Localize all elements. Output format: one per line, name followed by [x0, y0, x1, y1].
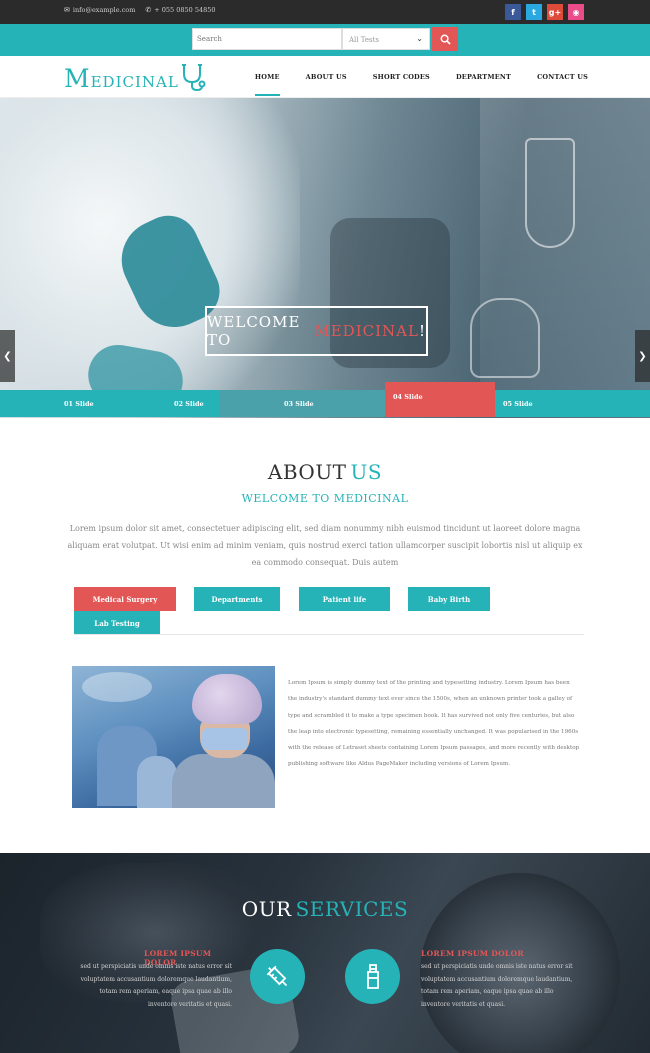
tab-patient-life[interactable]: Patient life	[299, 587, 390, 611]
tab-content-text: Lorem Ipsum is simply dummy text of the …	[288, 680, 580, 768]
dribbble-icon: ◉	[572, 7, 580, 17]
photo-surgical-light	[82, 672, 152, 702]
service-right-icon-badge[interactable]	[345, 949, 400, 1004]
main-nav: HOME ABOUT US SHORT CODES DEPARTMENT CON…	[254, 73, 588, 96]
google-plus-link[interactable]: g+	[547, 4, 563, 20]
photo-surgeon-mask	[202, 728, 248, 750]
services-title-accent: SERVICES	[295, 897, 409, 921]
search-button[interactable]	[432, 27, 458, 51]
dribbble-link[interactable]: ◉	[568, 4, 584, 20]
about-title-accent: US	[350, 460, 383, 484]
envelope-icon: ✉	[64, 6, 70, 14]
vial-icon	[366, 963, 379, 989]
nav-about-us[interactable]: ABOUT US	[306, 73, 347, 81]
chevron-left-icon: ❮	[3, 350, 12, 362]
site-header: MEDICINAL HOME ABOUT US SHORT CODES DEPA…	[0, 56, 650, 98]
hero-caption: WELCOME TO MEDICINAL !	[205, 306, 428, 356]
service-right-text: sed ut perspiciatis unde omnis iste natu…	[421, 963, 573, 1008]
phone-text: + 055 0850 54850	[154, 6, 216, 14]
chevron-down-icon: ⌄	[416, 34, 423, 43]
search-icon	[440, 34, 451, 45]
service-right-heading: LOREM IPSUM DOLOR	[421, 949, 524, 958]
service-left-text: sed ut perspiciatis unde omnis iste natu…	[80, 963, 232, 1008]
slide-tab-3[interactable]: 03 Slide	[220, 390, 385, 417]
slide-tab-1[interactable]: 01 Slide	[0, 390, 110, 417]
about-text: Lorem ipsum dolor sit amet, consectetuer…	[67, 524, 583, 567]
hero-slider: WELCOME TO MEDICINAL ! ❮ ❯	[0, 98, 650, 418]
about-subtitle: WELCOME TO MEDICINAL	[241, 492, 409, 505]
chevron-right-icon: ❯	[638, 350, 647, 362]
nav-contact-us[interactable]: CONTACT US	[537, 73, 588, 81]
logo-initial: M	[64, 64, 91, 93]
hero-caption-prefix: WELCOME TO	[207, 313, 301, 349]
hero-caption-suffix: !	[418, 322, 426, 340]
email-contact[interactable]: ✉ info@example.com	[64, 6, 135, 14]
services-section: OUR SERVICES LOREM IPSUM DOLOR sed ut per…	[0, 853, 650, 1053]
hero-caption-accent: MEDICINAL	[314, 322, 419, 340]
surgery-photo	[72, 666, 275, 808]
contact-info: ✉ info@example.com ✆ + 055 0850 54850	[64, 6, 216, 14]
slide-tab-2[interactable]: 02 Slide	[110, 390, 220, 417]
google-plus-icon: g+	[548, 7, 562, 17]
facebook-icon: f	[511, 7, 515, 17]
nav-home[interactable]: HOME	[254, 73, 280, 96]
top-bar: ✉ info@example.com ✆ + 055 0850 54850 f t …	[0, 0, 650, 24]
service-left-icon-badge[interactable]	[250, 949, 305, 1004]
logo-rest: EDICINAL	[90, 73, 179, 91]
social-links: f t g+ ◉	[505, 4, 584, 20]
photo-staff-2	[137, 756, 177, 808]
search-input[interactable]	[192, 28, 342, 50]
logo[interactable]: MEDICINAL	[64, 64, 179, 93]
twitter-link[interactable]: t	[526, 4, 542, 20]
photo-surgeon-body	[172, 754, 275, 808]
nav-department[interactable]: DEPARTMENT	[456, 73, 511, 81]
photo-surgeon-cap	[192, 674, 262, 724]
hero-bg-flask	[525, 138, 575, 248]
search-band: All Tests ⌄	[0, 24, 650, 56]
tab-lab-testing[interactable]: Lab Testing	[74, 611, 160, 635]
twitter-icon: t	[532, 7, 536, 17]
tabs-divider	[74, 634, 584, 635]
slider-prev-button[interactable]: ❮	[0, 330, 15, 382]
facebook-link[interactable]: f	[505, 4, 521, 20]
services-title: OUR SERVICES	[0, 897, 650, 921]
hero-bg-beaker	[470, 298, 540, 378]
email-text: info@example.com	[72, 6, 136, 14]
tab-departments[interactable]: Departments	[194, 587, 280, 611]
slide-tabs: 01 Slide 02 Slide 03 Slide 04 Slide 05 S…	[0, 382, 650, 417]
about-title: ABOUT US	[0, 460, 650, 484]
slide-tab-4[interactable]: 04 Slide	[385, 382, 495, 417]
tab-medical-surgery[interactable]: Medical Surgery	[74, 587, 176, 611]
slide-tab-5[interactable]: 05 Slide	[495, 390, 650, 417]
syringe-icon	[266, 965, 287, 986]
services-title-main: OUR	[241, 897, 292, 921]
nav-short-codes[interactable]: SHORT CODES	[373, 73, 430, 81]
phone-icon: ✆	[145, 6, 152, 14]
stethoscope-icon	[182, 64, 206, 92]
about-title-main: ABOUT	[267, 460, 347, 484]
select-value: All Tests	[349, 36, 380, 44]
tab-baby-birth[interactable]: Baby Birth	[408, 587, 490, 611]
slider-next-button[interactable]: ❯	[635, 330, 650, 382]
phone-contact: ✆ + 055 0850 54850	[145, 6, 215, 14]
test-category-select[interactable]: All Tests ⌄	[342, 28, 430, 50]
